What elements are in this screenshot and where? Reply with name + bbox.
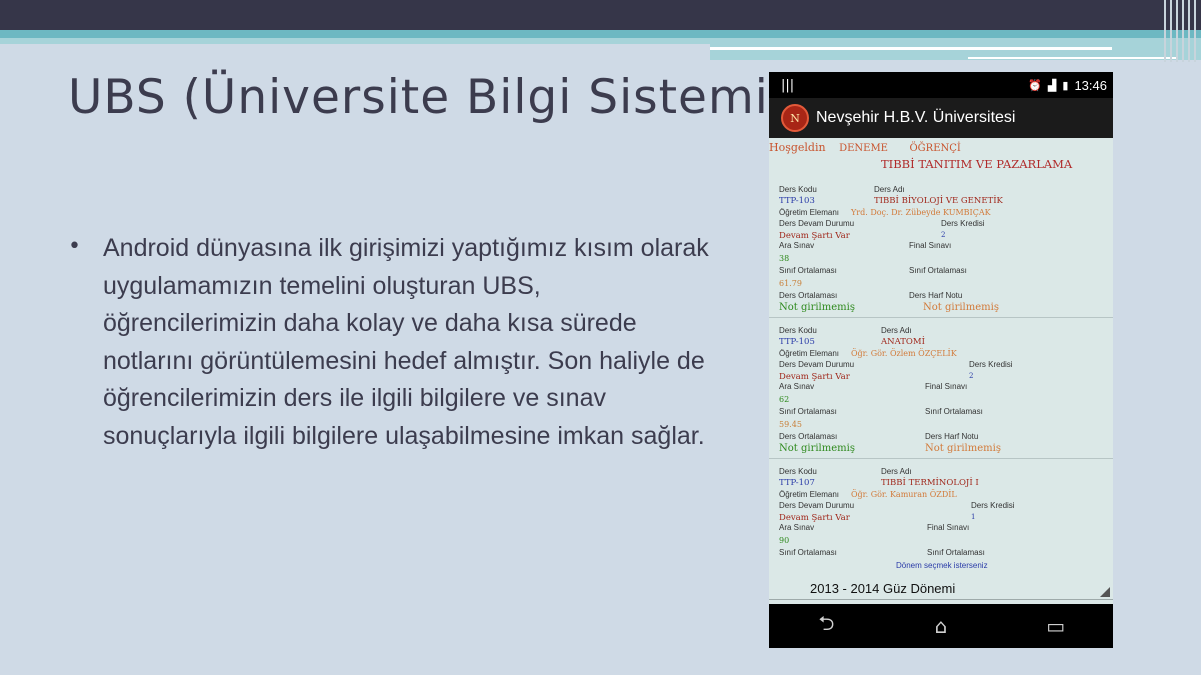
instructor: Yrd. Doç. Dr. Zübeyde KUMBIÇAK bbox=[851, 208, 991, 217]
label-final: Final Sınavı bbox=[909, 241, 952, 250]
letter-grade: Not girilmemiş bbox=[925, 443, 1001, 454]
label-course-name: Ders Adı bbox=[881, 326, 912, 335]
letter-grade: Not girilmemiş bbox=[923, 302, 999, 313]
course-code: TTP-103 bbox=[779, 196, 815, 206]
attendance: Devam Şartı Var bbox=[779, 231, 850, 241]
android-nav-bar: ⮌ ⌂ ▭ bbox=[769, 604, 1113, 648]
course-name: TIBBİ BİYOLOJİ VE GENETİK bbox=[874, 196, 1003, 206]
midterm-score: 62 bbox=[779, 395, 790, 404]
label-credit: Ders Kredisi bbox=[971, 501, 1015, 510]
label-course-code: Ders Kodu bbox=[779, 185, 817, 194]
credit: 2 bbox=[969, 372, 974, 380]
spinner-corner-icon bbox=[1100, 587, 1110, 597]
top-decor-line-short bbox=[968, 57, 1178, 59]
student-name: DENEME bbox=[839, 143, 888, 154]
label-instructor: Öğretim Elemanı bbox=[779, 349, 840, 358]
label-attendance: Ders Devam Durumu bbox=[779, 360, 855, 369]
label-final: Final Sınavı bbox=[925, 382, 968, 391]
label-attendance: Ders Devam Durumu bbox=[779, 219, 855, 228]
bullet-item: • Android dünyasına ilk girişimizi yaptı… bbox=[68, 230, 718, 455]
home-icon[interactable]: ⌂ bbox=[921, 614, 961, 638]
signal-icon: ▟ bbox=[1047, 79, 1057, 92]
greeting: Hoşgeldin DENEME ÖĞRENÇİ bbox=[769, 141, 961, 154]
label-letter-grade: Ders Harf Notu bbox=[909, 291, 963, 300]
label-course-code: Ders Kodu bbox=[779, 467, 817, 476]
top-decor-stripe-left bbox=[0, 38, 710, 44]
label-class-average-final: Sınıf Ortalaması bbox=[909, 266, 967, 275]
bullet-dot: • bbox=[68, 234, 81, 259]
bullet-text: Android dünyasına ilk girişimizi yaptığı… bbox=[103, 234, 709, 450]
midterm-score: 38 bbox=[779, 254, 790, 263]
label-course-average: Ders Ortalaması bbox=[779, 432, 838, 441]
battery-icon: ▮ bbox=[1062, 79, 1069, 92]
department-name: TIBBİ TANITIM VE PAZARLAMA bbox=[881, 157, 1073, 171]
term-select-spinner[interactable]: 2013 - 2014 Güz Dönemi bbox=[769, 574, 1113, 600]
university-logo-icon[interactable]: N bbox=[781, 104, 809, 132]
label-class-average: Sınıf Ortalaması bbox=[779, 407, 837, 416]
course-name: TIBBİ TERMİNOLOJİ I bbox=[881, 478, 979, 488]
label-midterm: Ara Sınav bbox=[779, 382, 815, 391]
instructor: Öğr. Gör. Özlem ÖZÇELİK bbox=[851, 349, 957, 358]
label-attendance: Ders Devam Durumu bbox=[779, 501, 855, 510]
recents-icon[interactable]: ▭ bbox=[1036, 614, 1076, 638]
label-course-code: Ders Kodu bbox=[779, 326, 817, 335]
label-credit: Ders Kredisi bbox=[969, 360, 1013, 369]
label-course-name: Ders Adı bbox=[881, 467, 912, 476]
back-icon[interactable]: ⮌ bbox=[806, 609, 846, 643]
instructor: Öğr. Gör. Kamuran ÖZDİL bbox=[851, 490, 957, 499]
course-name: ANATOMİ bbox=[881, 337, 925, 347]
app-title: Nevşehir H.B.V. Üniversitesi bbox=[816, 109, 1016, 126]
label-midterm: Ara Sınav bbox=[779, 241, 815, 250]
attendance: Devam Şartı Var bbox=[779, 513, 850, 523]
top-decor-stripe bbox=[0, 30, 1201, 38]
course-code: TTP-105 bbox=[779, 337, 815, 347]
label-class-average-final: Sınıf Ortalaması bbox=[927, 548, 985, 557]
course-card[interactable]: Ders Kodu Ders Adı TTP-103 TIBBİ BİYOLOJ… bbox=[769, 178, 1113, 318]
credit: 1 bbox=[971, 513, 976, 521]
label-class-average: Sınıf Ortalaması bbox=[779, 266, 837, 275]
class-average: 61.79 bbox=[779, 279, 802, 288]
term-select-value: 2013 - 2014 Güz Dönemi bbox=[810, 581, 956, 596]
label-course-average: Ders Ortalaması bbox=[779, 291, 838, 300]
label-instructor: Öğretim Elemanı bbox=[779, 208, 840, 217]
label-instructor: Öğretim Elemanı bbox=[779, 490, 840, 499]
grades-content: Hoşgeldin DENEME ÖĞRENÇİ TIBBİ TANITIM V… bbox=[769, 138, 1113, 604]
label-credit: Ders Kredisi bbox=[941, 219, 985, 228]
course-code: TTP-107 bbox=[779, 478, 815, 488]
status-bar: ||| ⏰ ▟ ▮ 13:46 bbox=[769, 72, 1113, 98]
phone-screenshot: ||| ⏰ ▟ ▮ 13:46 N Nevşehir H.B.V. Üniver… bbox=[769, 72, 1113, 648]
label-midterm: Ara Sınav bbox=[779, 523, 815, 532]
credit: 2 bbox=[941, 231, 946, 239]
top-decor-bar bbox=[0, 0, 1201, 30]
slide-title: UBS (Üniversite Bilgi Sistemi bbox=[68, 70, 769, 125]
course-card[interactable]: Ders Kodu Ders Adı TTP-107 TIBBİ TERMİNO… bbox=[769, 460, 1113, 560]
alarm-icon: ⏰ bbox=[1028, 79, 1042, 92]
label-course-name: Ders Adı bbox=[874, 185, 905, 194]
student-role: ÖĞRENÇİ bbox=[909, 143, 961, 154]
course-average: Not girilmemiş bbox=[779, 443, 855, 454]
midterm-score: 90 bbox=[779, 536, 790, 545]
label-class-average: Sınıf Ortalaması bbox=[779, 548, 837, 557]
notification-icon: ||| bbox=[781, 77, 795, 93]
course-card[interactable]: Ders Kodu Ders Adı TTP-105 ANATOMİ Öğret… bbox=[769, 319, 1113, 459]
class-average: 59.45 bbox=[779, 420, 802, 429]
top-decor-line bbox=[710, 47, 1112, 50]
course-average: Not girilmemiş bbox=[779, 302, 855, 313]
label-letter-grade: Ders Harf Notu bbox=[925, 432, 979, 441]
greeting-text: Hoşgeldin bbox=[769, 141, 826, 154]
attendance: Devam Şartı Var bbox=[779, 372, 850, 382]
label-final: Final Sınavı bbox=[927, 523, 970, 532]
app-bar: N Nevşehir H.B.V. Üniversitesi bbox=[769, 98, 1113, 138]
corner-decor-stripes bbox=[1162, 0, 1201, 62]
clock: 13:46 bbox=[1074, 77, 1107, 93]
label-class-average-final: Sınıf Ortalaması bbox=[925, 407, 983, 416]
term-select-hint[interactable]: Dönem seçmek isterseniz bbox=[896, 561, 988, 570]
